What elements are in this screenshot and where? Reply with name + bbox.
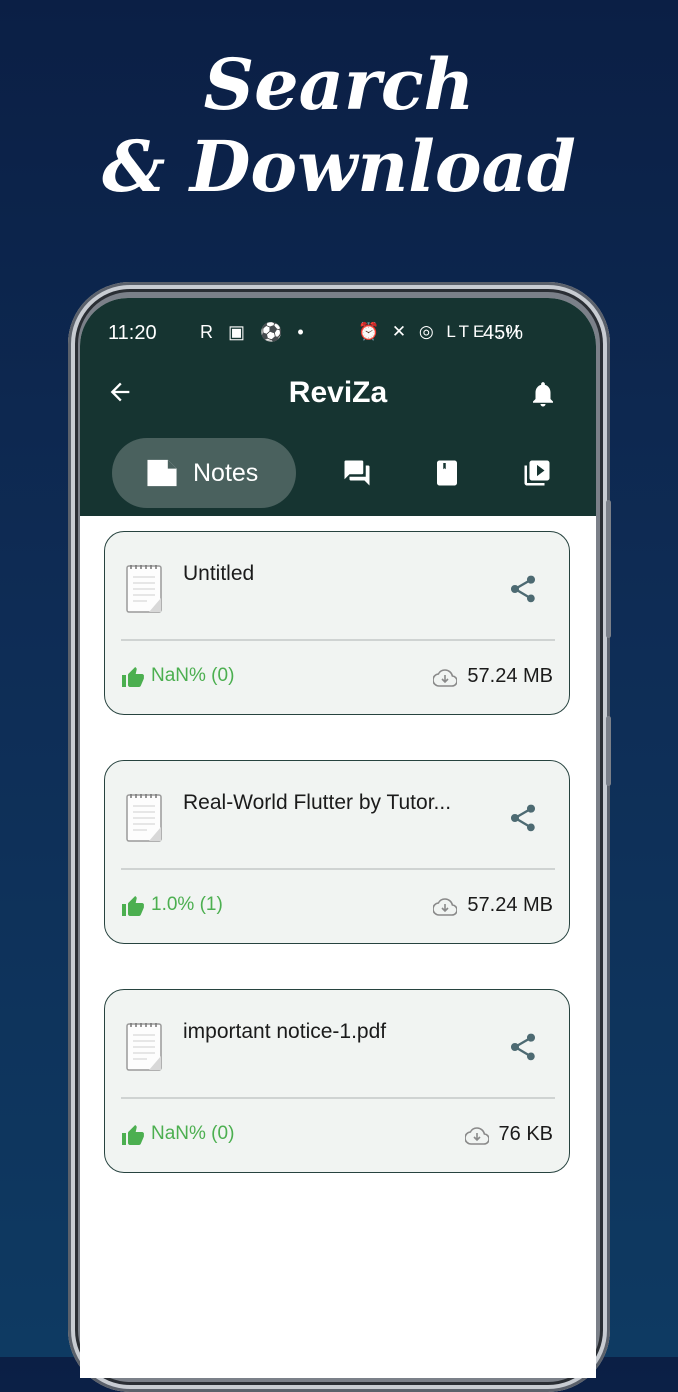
thumb-up-icon [122, 1125, 144, 1145]
cloud-download-icon [465, 1127, 489, 1145]
card-divider [121, 868, 555, 870]
file-size: 76 KB [498, 1123, 553, 1145]
note-rating: NaN% (0) [151, 665, 235, 686]
thumb-up-icon [122, 896, 144, 916]
phone-screen: 11:20 R ▣ ⚽ • ⏰ ✕ ◎ LTE .ıl 45% ReviZa N… [80, 298, 596, 1378]
note-card[interactable]: important notice-1.pdf NaN% (0) 76 KB [104, 989, 570, 1173]
card-divider [121, 639, 555, 641]
volume-button [606, 500, 611, 638]
file-size: 57.24 MB [467, 894, 553, 916]
status-bar: 11:20 R ▣ ⚽ • ⏰ ✕ ◎ LTE .ıl 45% [108, 320, 578, 346]
app-title: ReviZa [288, 376, 388, 409]
share-icon[interactable] [507, 572, 539, 606]
cloud-download-icon [433, 669, 457, 687]
note-title: Real-World Flutter by Tutor... [183, 791, 452, 814]
tab-notes[interactable]: Notes [112, 438, 296, 508]
file-size: 57.24 MB [467, 665, 553, 687]
status-time: 11:20 [108, 322, 157, 344]
promo-headline-line2: & Download [102, 125, 576, 208]
power-button [606, 716, 611, 786]
promo-headline-line1: Search [203, 43, 475, 126]
notepad-icon [126, 1023, 162, 1071]
battery-level: 45% [483, 322, 524, 344]
thumb-up-icon [122, 667, 144, 687]
note-title: Untitled [183, 562, 255, 585]
notepad-icon [126, 565, 162, 613]
note-icon [147, 459, 177, 487]
share-icon[interactable] [507, 1030, 539, 1064]
tab-notes-label: Notes [193, 459, 259, 487]
app-bar: 11:20 R ▣ ⚽ • ⏰ ✕ ◎ LTE .ıl 45% ReviZa N… [80, 298, 596, 516]
note-rating: NaN% (0) [151, 1123, 235, 1144]
status-notification-icons: R ▣ ⚽ • [200, 322, 309, 342]
bell-icon[interactable] [528, 378, 558, 410]
cloud-download-icon [433, 898, 457, 916]
card-divider [121, 1097, 555, 1099]
note-card[interactable]: Untitled NaN% (0) 57.24 MB [104, 531, 570, 715]
note-card[interactable]: Real-World Flutter by Tutor... 1.0% (1) … [104, 760, 570, 944]
forum-icon[interactable] [342, 458, 372, 488]
note-title: important notice-1.pdf [183, 1020, 387, 1043]
notepad-icon [126, 794, 162, 842]
video-library-icon[interactable] [522, 458, 552, 488]
book-icon[interactable] [432, 458, 462, 488]
share-icon[interactable] [507, 801, 539, 835]
note-rating: 1.0% (1) [151, 894, 223, 915]
